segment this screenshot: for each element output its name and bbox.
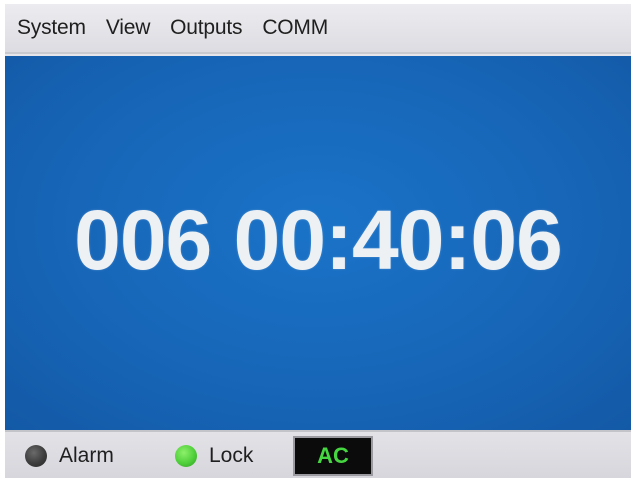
alarm-led-icon: [25, 445, 47, 467]
time-display-panel: 006 00:40:06: [5, 56, 631, 430]
ac-power-label: AC: [317, 443, 349, 468]
menu-bar: System View Outputs COMM: [5, 4, 631, 54]
menu-outputs[interactable]: Outputs: [170, 16, 242, 40]
elapsed-time-readout: 006 00:40:06: [74, 192, 563, 287]
menu-view[interactable]: View: [106, 16, 151, 40]
lock-led-icon: [175, 445, 197, 467]
lock-indicator: Lock: [175, 444, 253, 468]
alarm-indicator: Alarm: [25, 444, 114, 468]
lock-label: Lock: [209, 444, 254, 467]
ac-power-badge: AC: [293, 436, 373, 476]
menu-system[interactable]: System: [17, 16, 86, 40]
menu-comm[interactable]: COMM: [262, 16, 328, 40]
device-screen: System View Outputs COMM 006 00:40:06 Al…: [5, 4, 631, 478]
status-bar: Alarm Lock AC: [5, 430, 631, 478]
alarm-label: Alarm: [59, 444, 114, 467]
